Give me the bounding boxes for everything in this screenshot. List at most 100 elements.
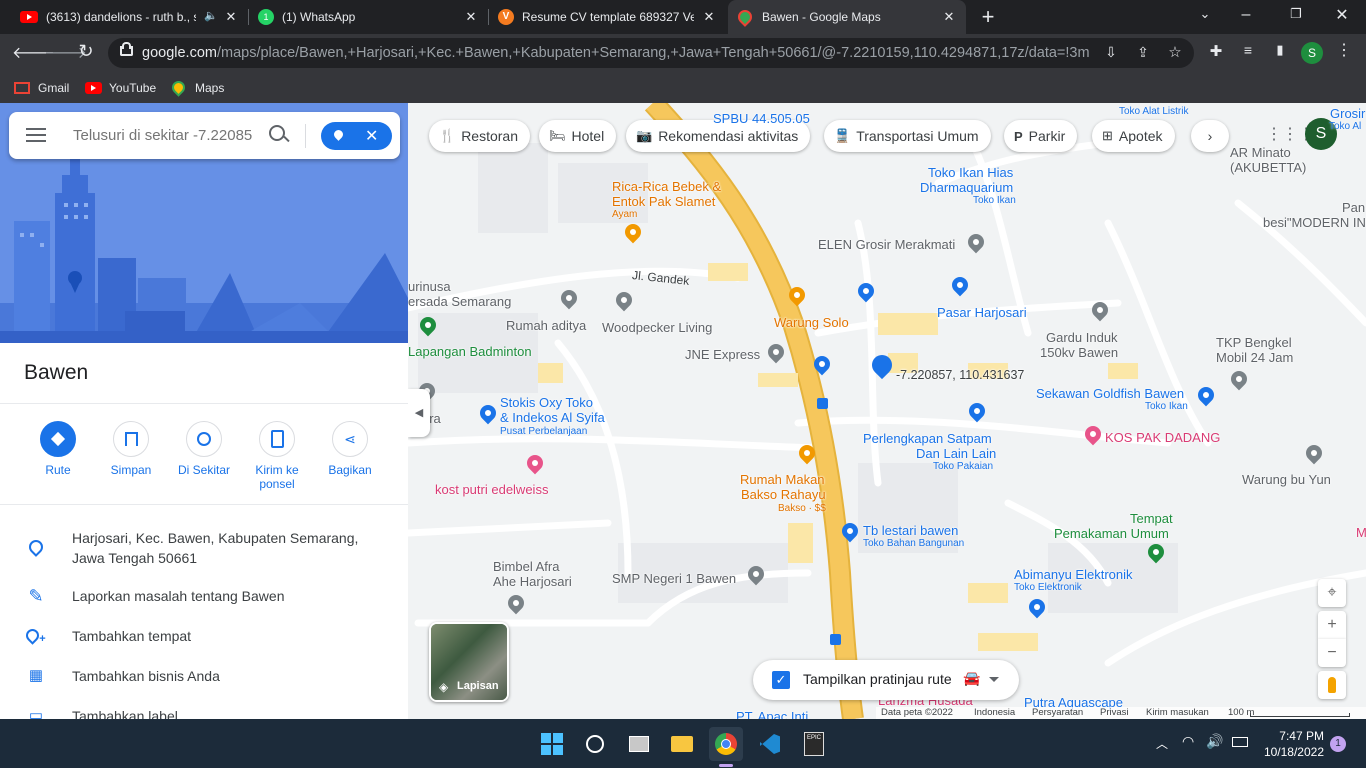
map-label[interactable]: Entok Pak Slamet [612, 194, 715, 209]
chip-transit[interactable]: 🚆 Transportasi Umum [824, 120, 991, 152]
map-label[interactable]: Perlengkapan Satpam [863, 431, 992, 446]
install-app-icon[interactable]: ⇩ [1102, 44, 1120, 61]
volume-icon[interactable]: 🔊 [1206, 733, 1223, 750]
map-label[interactable]: Rumah aditya [506, 318, 586, 333]
menu-icon[interactable] [26, 128, 46, 142]
battery-icon[interactable] [1232, 737, 1248, 747]
map-label[interactable]: Pemakaman Umum [1054, 526, 1169, 541]
checkbox-checked-icon[interactable]: ✓ [772, 671, 790, 689]
map-label[interactable]: Pusat Perbelanjaan [500, 426, 587, 437]
file-explorer-button[interactable] [665, 727, 699, 761]
tab-google-maps[interactable]: Bawen - Google Maps ✕ [728, 0, 966, 34]
send-to-phone-button[interactable]: Kirim ke ponsel [241, 421, 313, 491]
street-view-pegman[interactable] [1318, 671, 1346, 699]
chips-next-button[interactable]: › [1191, 120, 1229, 152]
bookmark-gmail[interactable]: Gmail [14, 72, 69, 103]
map-label[interactable]: Dharmaquarium [920, 180, 1013, 195]
map-label[interactable]: Toko Al [1329, 121, 1361, 132]
show-hidden-icons[interactable]: ︿ [1156, 735, 1168, 752]
map-label[interactable]: (AKUBETTA) [1230, 160, 1306, 175]
map-label[interactable]: Pasar Harjosari [937, 305, 1027, 320]
close-icon[interactable]: ✕ [365, 126, 378, 146]
map-label[interactable]: Pan [1342, 200, 1365, 215]
map-label[interactable]: Abimanyu Elektronik [1014, 567, 1133, 582]
map-label[interactable]: Rica-Rica Bebek & [612, 179, 721, 194]
map-label[interactable]: Ahe Harjosari [493, 574, 572, 589]
feedback-link[interactable]: Kirim masukan [1146, 707, 1209, 718]
map-label[interactable]: Gardu Induk [1046, 330, 1118, 345]
map-label[interactable]: urinusa [408, 279, 451, 294]
bookmark-youtube[interactable]: YouTube [85, 72, 156, 103]
privacy-link[interactable]: Privasi [1100, 707, 1129, 718]
map-label[interactable]: Toko Ikan Hias [928, 165, 1013, 180]
bookmark-maps[interactable]: Maps [169, 72, 224, 103]
map-label[interactable]: & Indekos Al Syifa [500, 410, 605, 425]
search-icon[interactable] [269, 125, 285, 141]
map-label[interactable]: Warung Solo [774, 315, 849, 330]
close-tab-icon[interactable]: ✕ [222, 8, 240, 26]
bus-stop-icon[interactable] [830, 634, 841, 645]
start-button[interactable] [535, 727, 569, 761]
map-label[interactable]: Rumah Makan [740, 472, 825, 487]
map-label[interactable]: TKP Bengkel [1216, 335, 1292, 350]
map-label[interactable]: Lapangan Badminton [408, 344, 532, 359]
wifi-icon[interactable]: ◠ [1182, 733, 1194, 750]
map-label[interactable]: Toko Ikan [1145, 401, 1188, 412]
tab-search-icon[interactable]: ⌄ [1196, 6, 1214, 22]
map-label[interactable]: Toko Ikan [973, 195, 1016, 206]
clock-date[interactable]: 10/18/2022 [1262, 745, 1324, 759]
map-canvas[interactable]: 🍴 Restoran 🛏 Hotel 📷 Rekomendasi aktivitas … [408, 103, 1366, 719]
map-label[interactable]: Sekawan Goldfish Bawen [1036, 386, 1184, 401]
map-label[interactable]: Bakso · $$ [778, 503, 826, 514]
add-label-row[interactable]: ▭ Tambahkan label [0, 706, 408, 719]
map-label[interactable]: Warung bu Yun [1242, 472, 1331, 487]
map-label[interactable]: SMP Negeri 1 Bawen [612, 571, 736, 586]
map-label[interactable]: Toko Elektronik [1014, 582, 1082, 593]
map-label[interactable]: Bimbel Afra [493, 559, 559, 574]
search-input[interactable] [71, 126, 255, 145]
chip-parking[interactable]: P Parkir [1004, 120, 1078, 152]
task-view-button[interactable] [622, 727, 656, 761]
share-button[interactable]: ⋖ Bagikan [314, 421, 386, 477]
share-page-icon[interactable]: ⇪ [1134, 44, 1152, 61]
map-label[interactable]: Toko Bahan Bangunan [863, 538, 964, 549]
map-label[interactable]: besi"MODERN IN [1263, 215, 1366, 230]
reload-icon[interactable]: ↻ [76, 41, 96, 62]
chip-pharmacy[interactable]: ⊞ Apotek [1092, 120, 1175, 152]
save-button[interactable]: Simpan [95, 421, 167, 477]
zoom-out-button[interactable]: − [1318, 639, 1346, 667]
add-place-row[interactable]: + Tambahkan tempat [0, 626, 408, 650]
map-label[interactable]: Mobil 24 Jam [1216, 350, 1293, 365]
tab-youtube[interactable]: (3613) dandelions - ruth b., s 🔈 ✕ [8, 0, 248, 34]
media-icon[interactable]: ≡ [1238, 42, 1258, 58]
tab-whatsapp[interactable]: 1 (1) WhatsApp ✕ [250, 0, 488, 34]
back-icon[interactable]: 🡐 [12, 42, 55, 63]
map-label[interactable]: Tb lestari bawen [863, 523, 958, 538]
dropdown-arrow-icon[interactable] [989, 677, 999, 682]
profile-avatar[interactable]: S [1301, 42, 1323, 64]
close-tab-icon[interactable]: ✕ [462, 8, 480, 26]
map-label[interactable]: Toko Pakaian [933, 461, 993, 472]
collapse-panel-button[interactable]: ◀ [408, 389, 430, 437]
chip-hotel[interactable]: 🛏 Hotel [539, 120, 617, 152]
place-chip[interactable]: ✕ [321, 122, 392, 150]
map-label[interactable]: Bakso Rahayu [741, 487, 826, 502]
map-label[interactable]: PT. Apac Inti [736, 709, 808, 719]
terms-link[interactable]: Persyaratan [1032, 707, 1083, 718]
map-label[interactable]: AR Minato [1230, 145, 1291, 160]
add-business-row[interactable]: ▦ Tambahkan bisnis Anda [0, 666, 408, 690]
close-window-icon[interactable]: ✕ [1332, 5, 1352, 25]
selected-coords-label[interactable]: -7.220857, 110.431637 [896, 368, 1024, 383]
side-panel-icon[interactable]: ▮ [1270, 42, 1290, 58]
close-tab-icon[interactable]: ✕ [700, 8, 718, 26]
map-label[interactable]: 150kv Bawen [1040, 345, 1118, 360]
map-label[interactable]: M [1356, 525, 1366, 540]
new-tab-button[interactable]: + [976, 4, 1000, 30]
close-tab-icon[interactable]: ✕ [940, 8, 958, 26]
map-label[interactable]: Tempat [1130, 511, 1173, 526]
speaker-icon[interactable]: 🔈 [204, 9, 218, 22]
notification-badge[interactable]: 1 [1330, 736, 1346, 752]
report-row[interactable]: ✎ Laporkan masalah tentang Bawen [0, 586, 408, 610]
minimize-icon[interactable]: – [1236, 6, 1256, 24]
my-location-button[interactable]: ⌖ [1318, 579, 1346, 607]
